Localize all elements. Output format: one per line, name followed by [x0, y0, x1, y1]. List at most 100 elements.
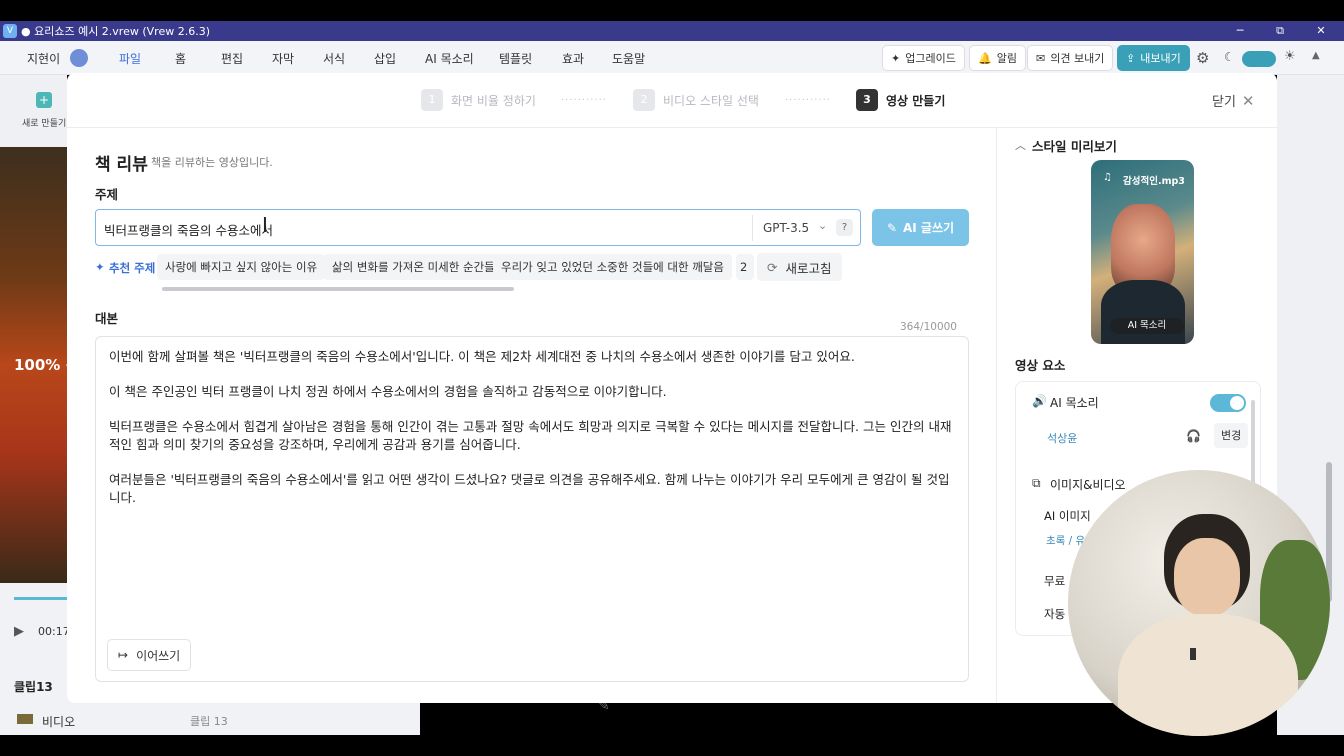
gear-icon[interactable]: ⚙	[1196, 49, 1209, 67]
arrow-right-icon: ↦	[118, 648, 129, 662]
alarm-label: 알림	[996, 52, 1017, 65]
mail-icon: ✉	[1036, 51, 1046, 65]
portrait-suit	[1101, 280, 1185, 344]
menu-subtitle[interactable]: 자막	[272, 50, 294, 67]
sun-icon: ☀	[1284, 49, 1296, 64]
menu-insert[interactable]: 삽입	[374, 50, 396, 67]
export-icon: ⇪	[1126, 51, 1136, 65]
script-paragraph[interactable]: 여러분들은 '빅터프랭클의 죽음의 수용소에서'를 읽고 어떤 생각이 드셨나요…	[109, 471, 959, 507]
ai-voice-label: AI 목소리	[1050, 396, 1099, 410]
step-number: 1	[421, 89, 443, 111]
char-count: 364/10000	[900, 321, 957, 333]
text-cursor-icon: I	[262, 213, 268, 237]
clip-icon	[17, 714, 33, 724]
script-editor[interactable]: 이번에 함께 살펴볼 책은 '빅터프랭클의 죽음의 수용소에서'입니다. 이 책…	[95, 336, 969, 682]
play-icon[interactable]: ▶	[14, 624, 24, 639]
field-divider	[752, 215, 753, 241]
continue-label: 이어쓰기	[136, 648, 181, 663]
header-divider	[67, 127, 1277, 128]
export-label: 내보내기	[1140, 52, 1181, 65]
feedback-label: 의견 보내기	[1050, 52, 1105, 65]
refresh-icon: ⟳	[767, 259, 778, 275]
theme-toggle[interactable]	[1242, 51, 1276, 67]
script-paragraph[interactable]: 이번에 함께 살펴볼 책은 '빅터프랭클의 죽음의 수용소에서'입니다. 이 책…	[109, 348, 959, 366]
voice-name[interactable]: 석상윤	[1047, 430, 1077, 446]
topic-input[interactable]: 빅터프랭클의 죽음의 수용소에서	[104, 220, 273, 239]
close-modal-button[interactable]: 닫기 ✕	[1212, 91, 1255, 111]
suggest-chip[interactable]: 우리가 잊고 있었던 소중한 것들에 대한 깨달음	[493, 254, 732, 280]
clip-title: 클립13	[14, 680, 53, 694]
menu-help[interactable]: 도움말	[612, 50, 645, 67]
ai-image-label: AI 이미지	[1044, 509, 1091, 523]
help-icon[interactable]: ?	[836, 219, 853, 236]
menu-home[interactable]: 홈	[175, 50, 186, 67]
magic-wand-icon: ✎	[886, 220, 897, 235]
refresh-label: 새로고침	[785, 260, 832, 276]
maximize-button[interactable]: ⧉	[1260, 21, 1300, 41]
export-button[interactable]: ⇪ 내보내기	[1117, 45, 1190, 71]
suggest-chip[interactable]: 2	[736, 254, 754, 280]
menu-ai-voice[interactable]: AI 목소리	[425, 50, 474, 67]
menu-edit[interactable]: 편집	[221, 50, 243, 67]
menu-template[interactable]: 템플릿	[499, 50, 532, 67]
user-name[interactable]: 지현이	[27, 50, 60, 67]
step-number: 3	[856, 89, 878, 111]
elements-title: 영상 요소	[1015, 358, 1066, 373]
preview-title: 스타일 미리보기	[1032, 139, 1117, 154]
menu-format[interactable]: 서식	[323, 50, 345, 67]
script-paragraph[interactable]: 빅터프랭클은 수용소에서 힘겹게 살아남은 경험을 통해 인간이 겪는 고통과 …	[109, 418, 959, 454]
time-display: 00:17	[38, 625, 70, 638]
topic-field[interactable]: 빅터프랭클의 죽음의 수용소에서 I GPT-3.5 ⌄ ?	[95, 209, 861, 246]
minimize-button[interactable]: ─	[1220, 21, 1260, 41]
music-title: 감성적인.mp3	[1123, 176, 1185, 187]
person-body	[1118, 614, 1298, 736]
free-label: 무료	[1044, 574, 1066, 588]
chips-scrollbar[interactable]	[162, 287, 514, 291]
avatar-icon[interactable]	[70, 49, 88, 67]
chevron-down-icon[interactable]: ⌄	[818, 219, 827, 232]
clip-row-value: 클립 13	[190, 715, 228, 728]
continue-writing-button[interactable]: ↦ 이어쓰기	[107, 639, 192, 671]
suggest-chip[interactable]: 삶의 변화를 가져온 미세한 순간들	[324, 254, 503, 280]
change-voice-button[interactable]: 변경	[1214, 423, 1249, 448]
style-preview-card: ♫ 감성적인.mp3 AI 목소리	[1091, 160, 1194, 344]
ai-voice-toggle[interactable]	[1210, 394, 1246, 412]
progress-bar	[14, 597, 67, 600]
sparkle-icon: ✦	[891, 51, 901, 65]
chevron-up-icon[interactable]: ︿	[1015, 137, 1026, 153]
new-icon[interactable]: +	[36, 92, 52, 108]
menu-effect[interactable]: 효과	[562, 50, 584, 67]
refresh-button[interactable]: ⟳ 새로고침	[757, 253, 842, 281]
feedback-button[interactable]: ✉ 의견 보내기	[1027, 45, 1114, 71]
upgrade-label: 업그레이드	[905, 52, 956, 65]
promo-text: 100% 신선	[14, 356, 67, 374]
music-icon: ♫	[1103, 172, 1112, 183]
upgrade-button[interactable]: ✦ 업그레이드	[882, 45, 965, 71]
script-paragraph[interactable]: 이 책은 주인공인 빅터 프랭클이 나치 정권 하에서 수용소에서의 경험을 솔…	[109, 383, 959, 401]
model-select[interactable]: GPT-3.5	[763, 221, 809, 235]
menu-bar: 지현이 파일 홈 편집 자막 서식 삽입 AI 목소리 템플릿 효과 도움말 ✦…	[0, 41, 1344, 75]
headphone-icon[interactable]: 🎧	[1186, 429, 1201, 443]
person-face	[1174, 538, 1240, 616]
title-bar: V ● 요리쇼즈 예시 2.vrew (Vrew 2.6.3) ─ ⧉ ✕	[0, 21, 1344, 41]
close-icon: ✕	[1241, 91, 1255, 110]
speaker-icon: 🔊	[1032, 394, 1047, 408]
close-label: 닫기	[1212, 95, 1236, 110]
step-number: 2	[633, 89, 655, 111]
image-video-icon: ⧉	[1032, 476, 1041, 490]
step-1[interactable]: 1 화면 비율 정하기	[421, 89, 536, 111]
menu-file[interactable]: 파일	[119, 50, 142, 75]
close-window-button[interactable]: ✕	[1301, 21, 1341, 41]
step-2[interactable]: 2 비디오 스타일 선택	[633, 89, 759, 111]
microphone-icon	[1190, 648, 1196, 660]
step-label: 영상 만들기	[886, 93, 946, 108]
alarm-button[interactable]: 🔔 알림	[969, 45, 1026, 71]
suggest-sparkle-icon: ✦	[95, 260, 105, 274]
suggest-chip[interactable]: 사랑에 빠지고 싶지 않아는 이유	[157, 254, 326, 280]
moon-icon: ☾	[1224, 50, 1235, 64]
step-3[interactable]: 3 영상 만들기	[856, 89, 945, 111]
suggest-label: 추천 주제	[109, 261, 156, 275]
collapse-icon[interactable]: ▲	[1312, 50, 1320, 61]
clip-row-label: 비디오	[42, 715, 76, 729]
ai-write-button[interactable]: ✎ AI 글쓰기	[872, 209, 969, 246]
